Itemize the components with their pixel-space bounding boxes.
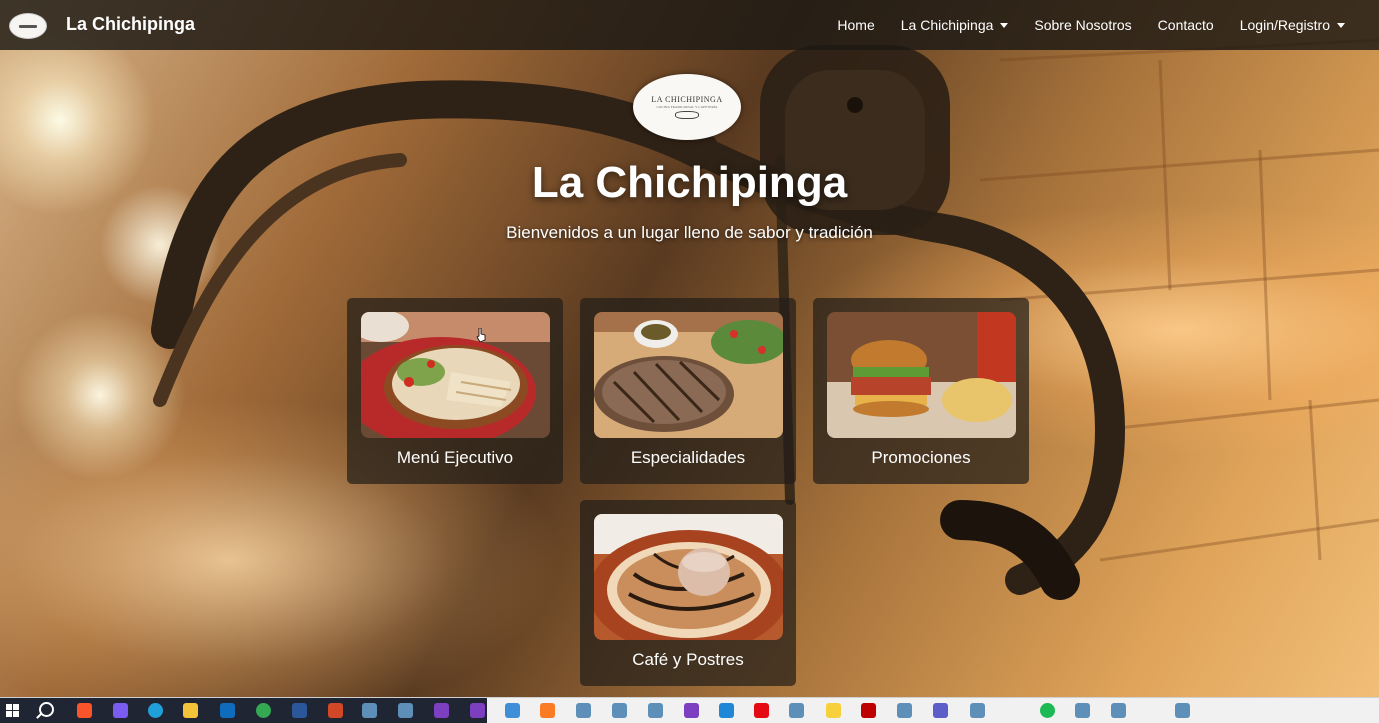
app-icon[interactable]	[398, 703, 413, 718]
app-icon[interactable]	[612, 703, 627, 718]
caret-down-icon	[1000, 22, 1009, 28]
card-label: Promociones	[871, 448, 971, 467]
app-icon[interactable]	[648, 703, 663, 718]
nav-home-label: Home	[837, 17, 875, 33]
file-explorer-icon[interactable]	[183, 703, 198, 718]
app-icon[interactable]	[1075, 703, 1090, 718]
card-cafe-y-postres[interactable]: Café y Postres	[580, 500, 796, 686]
nav-links: Home La Chichipinga Sobre Nosotros Conta…	[837, 0, 1345, 50]
search-icon[interactable]	[39, 702, 54, 717]
start-icon[interactable]	[6, 704, 19, 717]
hero-logo: LA CHICHIPINGA COCINA TRADICIONAL Y CAFE…	[633, 74, 741, 140]
spotify-icon[interactable]	[1040, 703, 1055, 718]
copilot-icon[interactable]	[113, 703, 128, 718]
salad-plate-photo	[361, 312, 550, 438]
outlook-icon[interactable]	[220, 703, 235, 718]
nav-sobre-nosotros-label: Sobre Nosotros	[1034, 17, 1132, 33]
netflix-icon[interactable]	[754, 703, 769, 718]
nav-login-dropdown[interactable]: Login/Registro	[1240, 17, 1345, 33]
nav-la-chichipinga-label: La Chichipinga	[900, 17, 994, 33]
card-promociones[interactable]: Promociones	[813, 298, 1029, 484]
app-icon[interactable]	[1175, 703, 1190, 718]
app-icon[interactable]	[970, 703, 985, 718]
nav-la-chichipinga-dropdown[interactable]: La Chichipinga	[901, 17, 1009, 33]
visual-studio-icon[interactable]	[684, 703, 699, 718]
steak-photo	[594, 312, 783, 438]
card-menu-ejecutivo[interactable]: Menú Ejecutivo	[347, 298, 563, 484]
caret-down-icon	[1337, 22, 1345, 28]
nav-contacto-label: Contacto	[1157, 17, 1214, 33]
filezilla-icon[interactable]	[861, 703, 876, 718]
taskbar-left-section	[0, 698, 487, 723]
brand-logo[interactable]	[9, 13, 47, 39]
logo-text: LA CHICHIPINGA	[651, 95, 723, 104]
chrome-icon[interactable]	[256, 703, 271, 718]
logo-subtext: COCINA TRADICIONAL Y CAFETERÍA	[656, 105, 718, 109]
remote-icon[interactable]	[505, 703, 520, 718]
sticky-notes-icon[interactable]	[826, 703, 841, 718]
visual-studio-icon[interactable]	[434, 703, 449, 718]
brave-icon[interactable]	[77, 703, 92, 718]
vscode-icon[interactable]	[719, 703, 734, 718]
hero-title: La Chichipinga	[531, 158, 848, 207]
logo-ornament-icon	[675, 111, 699, 119]
powerpoint-icon[interactable]	[328, 703, 343, 718]
nav-login-label: Login/Registro	[1239, 17, 1330, 33]
xampp-icon[interactable]	[540, 703, 555, 718]
app-icon[interactable]	[1111, 703, 1126, 718]
app-icon[interactable]	[576, 703, 591, 718]
top-navbar: La Chichipinga Home La Chichipinga Sobre…	[0, 0, 1379, 50]
card-especialidades[interactable]: Especialidades	[580, 298, 796, 484]
nav-sobre-nosotros[interactable]: Sobre Nosotros	[1034, 17, 1131, 33]
burger-photo	[827, 312, 1016, 438]
app-icon[interactable]	[897, 703, 912, 718]
card-label: Menú Ejecutivo	[396, 448, 514, 467]
nav-home[interactable]: Home	[837, 17, 874, 33]
word-icon[interactable]	[292, 703, 307, 718]
visual-studio-icon[interactable]	[470, 703, 485, 718]
app-icon[interactable]	[362, 703, 377, 718]
card-label: Café y Postres	[632, 650, 744, 669]
edge-icon[interactable]	[148, 703, 163, 718]
teams-icon[interactable]	[933, 703, 948, 718]
windows-taskbar	[0, 697, 1379, 723]
hero-subtitle: Bienvenidos a un lugar lleno de sabor y …	[506, 223, 873, 242]
hand-cursor-icon	[476, 328, 486, 342]
brand-name[interactable]: La Chichipinga	[66, 14, 195, 35]
card-label: Especialidades	[630, 448, 746, 467]
app-icon[interactable]	[789, 703, 804, 718]
nav-contacto[interactable]: Contacto	[1158, 17, 1214, 33]
dessert-photo	[594, 514, 783, 640]
